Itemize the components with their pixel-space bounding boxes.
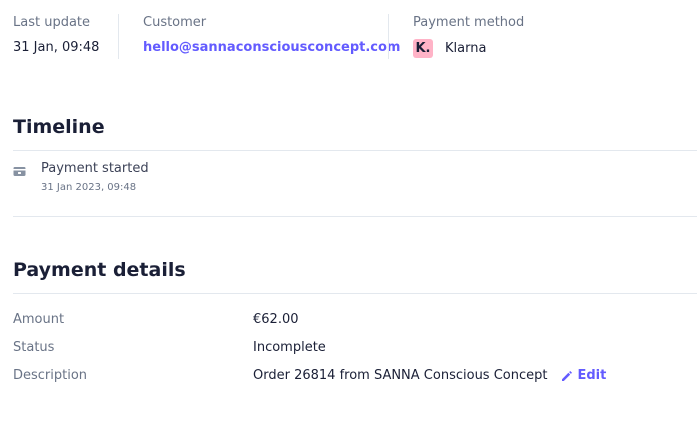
- status-label: Status: [13, 340, 55, 355]
- payment-page: Last update 31 Jan, 09:48 Customer hello…: [0, 0, 697, 447]
- card-icon: [13, 163, 26, 176]
- payment-details-heading: Payment details: [13, 259, 186, 281]
- payment-details-divider: [13, 293, 697, 294]
- amount-label: Amount: [13, 312, 65, 327]
- timeline-event: Payment started 31 Jan 2023, 09:48: [13, 160, 673, 200]
- klarna-logo-icon: K.: [413, 38, 433, 58]
- detail-row-status: Status Incomplete: [13, 340, 673, 360]
- edit-description-button[interactable]: Edit: [561, 368, 606, 383]
- customer-label: Customer: [143, 15, 207, 30]
- pencil-icon: [562, 370, 573, 381]
- timeline-divider: [13, 150, 697, 151]
- last-update-value: 31 Jan, 09:48: [13, 40, 100, 55]
- summary-divider: [118, 14, 119, 59]
- timeline-event-date: 31 Jan 2023, 09:48: [41, 182, 137, 193]
- summary-divider: [388, 14, 389, 59]
- payment-method-label: Payment method: [413, 15, 525, 30]
- description-value-wrap: Order 26814 from SANNA Conscious Concept…: [253, 368, 606, 383]
- edit-label: Edit: [577, 368, 607, 383]
- customer-block: Customer hello@sannaconsciousconcept.com: [143, 14, 400, 60]
- payment-method-block: Payment method K. Klarna: [413, 14, 524, 60]
- detail-row-amount: Amount €62.00: [13, 312, 673, 332]
- amount-value: €62.00: [253, 312, 299, 327]
- timeline-divider: [13, 216, 697, 217]
- payment-method-value: Klarna: [445, 40, 487, 56]
- summary-strip: Last update 31 Jan, 09:48 Customer hello…: [0, 0, 697, 64]
- customer-email-link[interactable]: hello@sannaconsciousconcept.com: [143, 40, 400, 55]
- status-value: Incomplete: [253, 340, 326, 355]
- last-update-label: Last update: [13, 15, 91, 30]
- timeline-event-title: Payment started: [41, 161, 149, 176]
- description-value: Order 26814 from SANNA Conscious Concept: [253, 368, 548, 383]
- timeline-heading: Timeline: [13, 116, 105, 138]
- last-update-block: Last update 31 Jan, 09:48: [13, 14, 99, 60]
- detail-row-description: Description Order 26814 from SANNA Consc…: [13, 368, 673, 388]
- description-label: Description: [13, 368, 88, 383]
